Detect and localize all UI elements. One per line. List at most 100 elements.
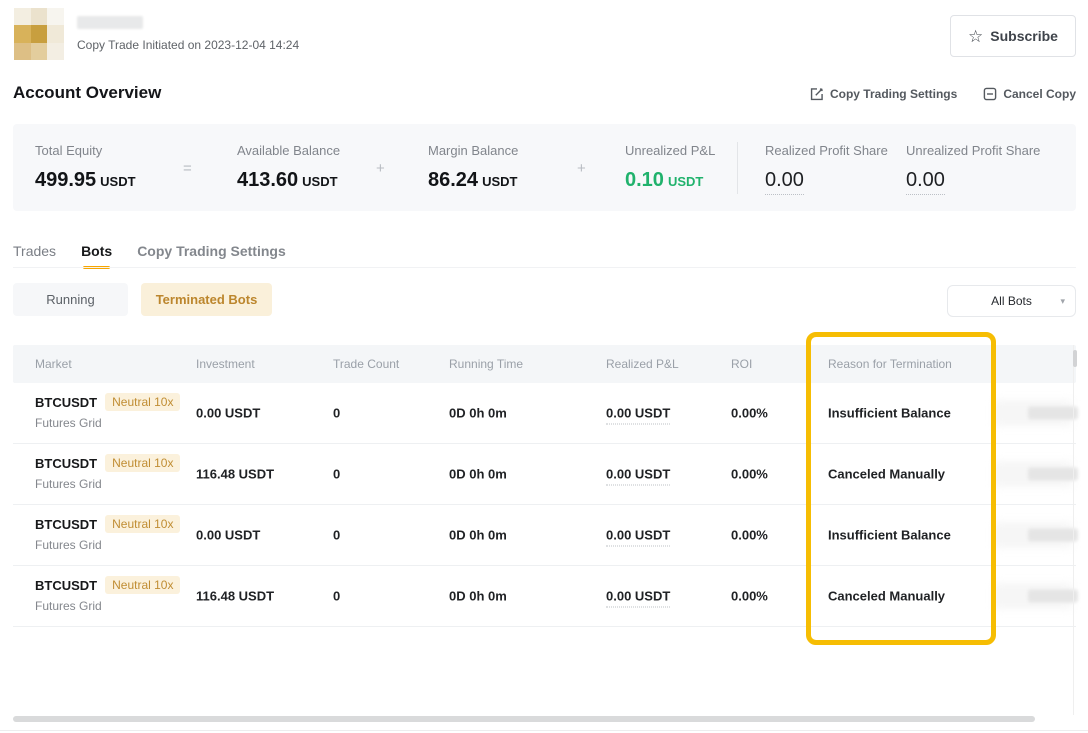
stat-label: Realized Profit Share <box>765 143 888 158</box>
trader-username-redacted <box>77 16 143 29</box>
roi-cell: 0.00% <box>731 528 768 543</box>
table-row: BTCUSDT Neutral 10x Futures Grid 0.00 USD… <box>13 383 1076 444</box>
trade-count-cell: 0 <box>333 406 340 421</box>
copy-trading-settings-button[interactable]: Copy Trading Settings <box>810 87 957 101</box>
roi-cell: 0.00% <box>731 467 768 482</box>
investment-cell: 116.48 USDT <box>196 589 274 604</box>
stat-value: 0.10 <box>625 169 664 191</box>
stat-value: 0.00 <box>765 169 804 195</box>
termination-reason-cell: Insufficient Balance <box>828 406 951 421</box>
table-row: BTCUSDTNeutral 10x Futures Grid 116.48 U… <box>13 566 1076 627</box>
termination-reason-cell: Insufficient Balance <box>828 528 951 543</box>
realized-pnl-cell: 0.00 USDT <box>606 528 670 543</box>
running-time-cell: 0D 0h 0m <box>449 589 507 604</box>
realized-pnl-cell: 0.00 USDT <box>606 406 670 421</box>
stat-unrealized-profit-share: Unrealized Profit Share 0.00 <box>906 143 1040 192</box>
account-stats-bar: Total Equity 499.95 USDT = Available Bala… <box>13 124 1076 211</box>
running-time-cell: 0D 0h 0m <box>449 528 507 543</box>
subscribe-label: Subscribe <box>990 28 1058 44</box>
equals-operator: = <box>183 160 192 177</box>
col-header-reason: Reason for Termination <box>828 357 952 371</box>
investment-cell: 116.48 USDT <box>196 467 274 482</box>
investment-cell: 0.00 USDT <box>196 406 260 421</box>
market-symbol: BTCUSDT <box>35 456 97 471</box>
market-symbol: BTCUSDT <box>35 395 97 410</box>
plus-operator: + <box>376 160 385 177</box>
stat-label: Available Balance <box>237 143 340 158</box>
market-cell: BTCUSDT Neutral 10x Futures Grid <box>35 454 180 491</box>
col-header-investment: Investment <box>196 357 255 371</box>
vertical-scrollbar-track <box>1073 345 1074 715</box>
col-header-running-time: Running Time <box>449 357 523 371</box>
market-cell: BTCUSDTNeutral 10x Futures Grid <box>35 515 180 552</box>
realized-pnl-value: 0.00 USDT <box>606 406 670 425</box>
stat-realized-profit-share: Realized Profit Share 0.00 <box>765 143 888 192</box>
market-type: Futures Grid <box>35 538 180 552</box>
stat-value: 0.00 <box>906 169 945 195</box>
stat-label: Unrealized Profit Share <box>906 143 1040 158</box>
running-time-cell: 0D 0h 0m <box>449 406 507 421</box>
strategy-tag: Neutral 10x <box>105 515 180 533</box>
copy-trading-page: Copy Trade Initiated on 2023-12-04 14:24… <box>0 0 1088 733</box>
action-button-redacted[interactable] <box>1028 590 1078 603</box>
plus-operator: + <box>577 160 586 177</box>
stat-label: Unrealized P&L <box>625 143 715 158</box>
stat-unit: USDT <box>668 174 703 189</box>
copy-trade-initiated-text: Copy Trade Initiated on 2023-12-04 14:24 <box>77 38 299 52</box>
strategy-tag: Neutral 10x <box>105 454 180 472</box>
copy-trading-settings-label: Copy Trading Settings <box>830 87 957 101</box>
page-title: Account Overview <box>13 83 161 103</box>
market-type: Futures Grid <box>35 416 180 430</box>
table-row: BTCUSDT Neutral 10x Futures Grid 116.48 U… <box>13 444 1076 505</box>
star-icon: ☆ <box>968 28 983 45</box>
roi-cell: 0.00% <box>731 589 768 604</box>
stat-label: Total Equity <box>35 143 136 158</box>
strategy-tag: Neutral 10x <box>105 393 180 411</box>
termination-reason-cell: Canceled Manually <box>828 467 945 482</box>
col-header-realized-pnl: Realized P&L <box>606 357 679 371</box>
stat-margin-balance: Margin Balance 86.24 USDT <box>428 143 518 192</box>
col-header-trade-count: Trade Count <box>333 357 399 371</box>
stat-value: 499.95 <box>35 169 96 191</box>
market-symbol: BTCUSDT <box>35 578 97 593</box>
realized-pnl-cell: 0.00 USDT <box>606 467 670 482</box>
stat-unit: USDT <box>302 174 337 189</box>
action-button-redacted[interactable] <box>1028 468 1078 481</box>
market-type: Futures Grid <box>35 477 180 491</box>
stat-unrealized-pnl: Unrealized P&L 0.10 USDT <box>625 143 715 192</box>
table-row: BTCUSDTNeutral 10x Futures Grid 0.00 USD… <box>13 505 1076 566</box>
termination-reason-cell: Canceled Manually <box>828 589 945 604</box>
cancel-copy-label: Cancel Copy <box>1003 87 1076 101</box>
stat-label: Margin Balance <box>428 143 518 158</box>
action-button-redacted[interactable] <box>1028 529 1078 542</box>
stat-available-balance: Available Balance 413.60USDT <box>237 143 340 192</box>
stats-divider <box>737 142 738 194</box>
subscribe-button[interactable]: ☆ Subscribe <box>950 15 1076 57</box>
filter-running[interactable]: Running <box>13 283 128 316</box>
col-header-market: Market <box>35 357 72 371</box>
trader-avatar <box>14 8 64 60</box>
all-bots-dropdown[interactable]: All Bots ▾ <box>947 285 1076 317</box>
filter-terminated-bots[interactable]: Terminated Bots <box>141 283 272 316</box>
stat-value: 86.24 <box>428 169 478 191</box>
page-bottom-divider <box>0 730 1088 731</box>
running-time-cell: 0D 0h 0m <box>449 467 507 482</box>
chevron-down-icon: ▾ <box>1060 296 1065 307</box>
trade-count-cell: 0 <box>333 528 340 543</box>
market-cell: BTCUSDT Neutral 10x Futures Grid <box>35 393 180 430</box>
stat-unit: USDT <box>482 174 517 189</box>
tabs-divider <box>13 267 1076 268</box>
action-button-redacted[interactable] <box>1028 407 1078 420</box>
realized-pnl-value: 0.00 USDT <box>606 528 670 547</box>
roi-cell: 0.00% <box>731 406 768 421</box>
cancel-copy-button[interactable]: Cancel Copy <box>983 87 1076 101</box>
market-type: Futures Grid <box>35 599 180 613</box>
horizontal-scrollbar[interactable] <box>13 716 1035 722</box>
trade-count-cell: 0 <box>333 589 340 604</box>
realized-pnl-value: 0.00 USDT <box>606 467 670 486</box>
stat-unit: USDT <box>100 174 135 189</box>
edit-icon <box>810 87 824 101</box>
realized-pnl-value: 0.00 USDT <box>606 589 670 608</box>
market-cell: BTCUSDTNeutral 10x Futures Grid <box>35 576 180 613</box>
vertical-scrollbar-thumb[interactable] <box>1073 350 1077 367</box>
